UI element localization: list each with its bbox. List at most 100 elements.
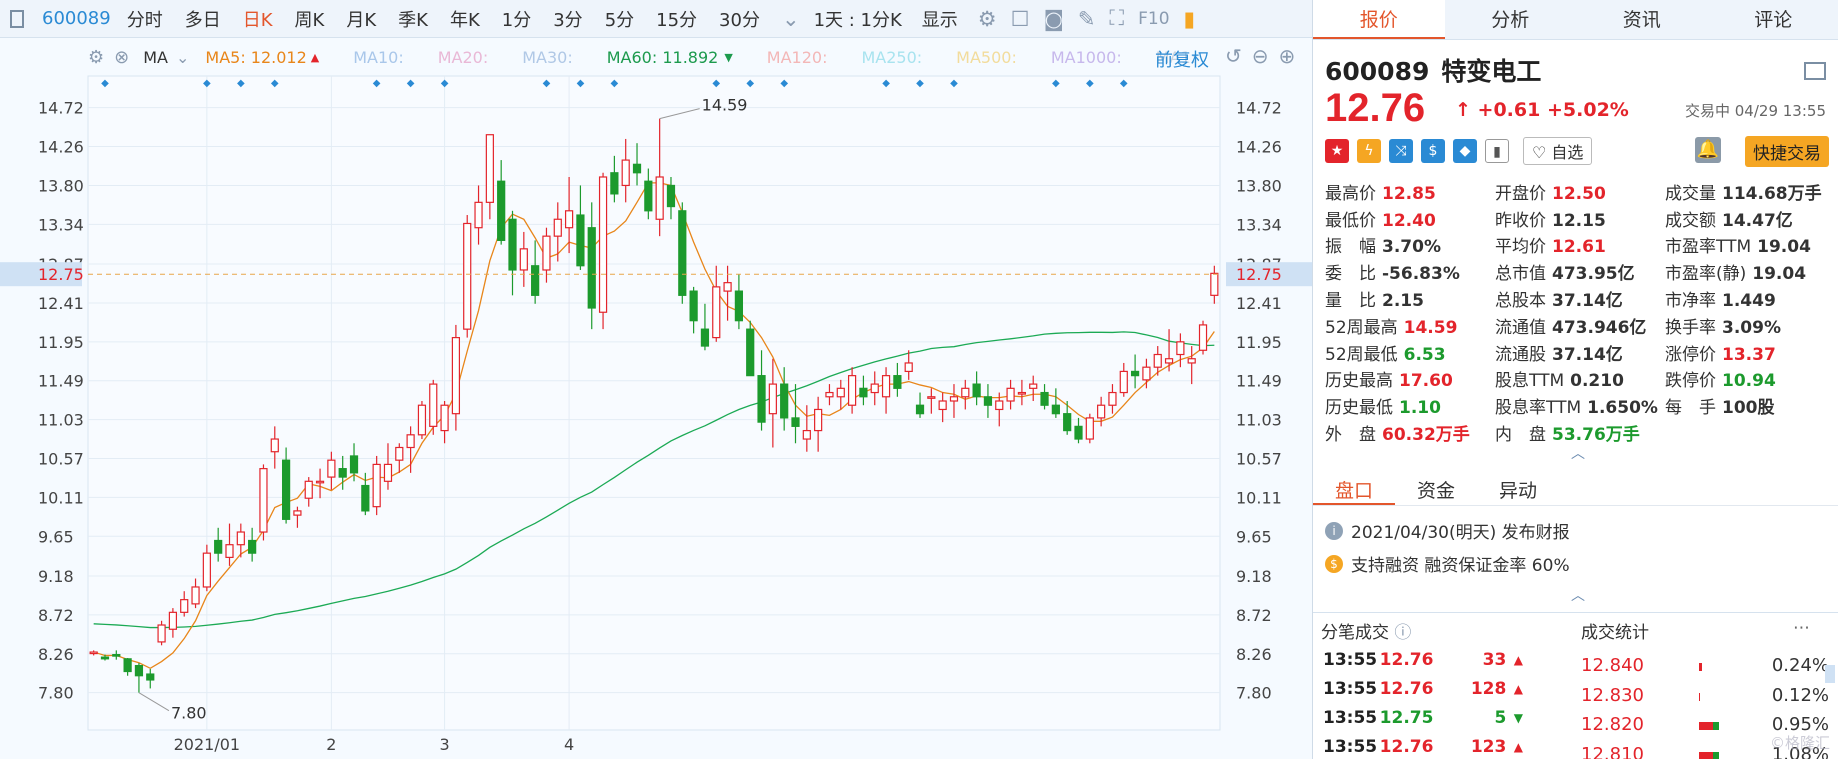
add-watchlist-button[interactable]: ♡ 自选 <box>1523 137 1593 165</box>
change-value: +0.61 <box>1477 99 1541 121</box>
quote-tab[interactable]: 分析 <box>1445 0 1577 39</box>
event-marker-icon[interactable]: ◆ <box>203 78 211 89</box>
volstat-bar-green <box>1713 751 1719 759</box>
event-marker-icon[interactable]: ◆ <box>407 78 415 89</box>
stat-cell: 市盈率(静) 19.04 <box>1665 259 1835 284</box>
event-marker-icon[interactable]: ◆ <box>780 78 788 89</box>
bell-icon[interactable]: 🔔 <box>1695 137 1721 163</box>
kline-chart[interactable]: 14.72 14.72 14.26 14.26 13.80 13.80 13.34 13.34… <box>0 0 1312 759</box>
shuffle-icon[interactable]: ⤨ <box>1389 139 1413 163</box>
candle-body <box>564 210 574 229</box>
event-marker-icon[interactable]: ◆ <box>950 78 958 89</box>
event-marker-icon[interactable]: ◆ <box>373 78 381 89</box>
quick-trade-button[interactable]: 快捷交易 <box>1745 136 1829 167</box>
candle-body <box>904 362 913 373</box>
event-marker-icon[interactable]: ◆ <box>712 78 720 89</box>
collapse-caret-icon[interactable]: ︿ <box>1571 585 1585 605</box>
stat-cell: 成交量 114.68万手 <box>1665 179 1835 204</box>
candle-body <box>1130 370 1140 377</box>
up-arrow-icon: ↑ <box>1455 99 1471 121</box>
event-marker-icon[interactable]: ◆ <box>1052 78 1060 89</box>
last-price-label-right: 12.75 <box>1236 265 1282 284</box>
candle-body <box>587 227 596 309</box>
event-marker-icon[interactable]: ◆ <box>611 78 619 89</box>
candle-body <box>451 337 461 415</box>
event-marker-icon[interactable]: ◆ <box>916 78 924 89</box>
stat-value: -56.83% <box>1382 264 1460 285</box>
dollar-icon[interactable]: $ <box>1421 139 1445 163</box>
candle-body <box>214 539 223 554</box>
stock-code: 600089 <box>1325 57 1430 86</box>
trade-row: 13:55 12.76 123 ▲ <box>1323 732 1523 759</box>
candle-body <box>293 510 302 516</box>
lightning-icon[interactable]: ϟ <box>1357 139 1381 163</box>
event-marker-icon[interactable]: ◆ <box>543 78 551 89</box>
candle-body <box>859 387 868 398</box>
stat-label: 昨收价 <box>1495 210 1546 231</box>
x-tick-label: 3 <box>439 735 449 754</box>
y-tick-label-left: 11.03 <box>38 411 84 430</box>
stat-cell: 委 比 -56.83% <box>1325 259 1495 284</box>
stat-value: 1.10 <box>1399 398 1441 419</box>
quote-tab[interactable]: 评论 <box>1708 0 1838 39</box>
event-marker-icon[interactable]: ◆ <box>271 78 279 89</box>
event-marker-icon[interactable]: ◆ <box>1120 78 1128 89</box>
event-marker-icon[interactable]: ◆ <box>237 78 245 89</box>
candle-body <box>1142 366 1151 381</box>
stat-label: 市盈率TTM <box>1665 237 1752 258</box>
candle-body <box>1097 404 1106 419</box>
y-tick-label-right: 9.65 <box>1236 527 1272 546</box>
candle-body <box>508 218 517 271</box>
help-icon[interactable]: ⓘ <box>1394 623 1411 643</box>
detail-tab[interactable]: 异动 <box>1477 468 1559 505</box>
trade-row: 13:55 12.76 128 ▲ <box>1323 674 1523 703</box>
event-marker-icon[interactable]: ◆ <box>1086 78 1094 89</box>
trade-price: 12.76 <box>1379 736 1434 757</box>
y-tick-label-left: 14.72 <box>38 99 84 118</box>
quote-tab[interactable]: 资讯 <box>1576 0 1708 39</box>
stat-value: 12.50 <box>1552 183 1606 204</box>
quote-tab[interactable]: 报价 <box>1313 0 1445 39</box>
candle-body <box>915 404 925 415</box>
trade-volume: 5 <box>1494 707 1507 728</box>
stat-label: 成交额 <box>1665 210 1716 231</box>
candle-body <box>995 400 1004 411</box>
candle-body <box>1029 383 1038 389</box>
more-icon[interactable]: ⋯ <box>1793 618 1810 638</box>
candle-body <box>678 210 687 296</box>
x-tick-label: 2 <box>326 735 336 754</box>
feature-icons: ★ ϟ ⤨ $ ◆ ▮ ♡ 自选 <box>1325 137 1593 165</box>
y-tick-label-left: 13.80 <box>38 176 84 195</box>
candle-body <box>689 290 698 322</box>
detail-tab[interactable]: 资金 <box>1395 468 1477 505</box>
stat-value: 12.40 <box>1382 210 1436 231</box>
stat-label: 每 手 <box>1665 398 1716 419</box>
event-marker-icon[interactable]: ◆ <box>101 78 109 89</box>
stats-row: 量 比 2.15 总股本 37.14亿 市净率 1.449 <box>1325 285 1835 312</box>
y-tick-label-left: 8.26 <box>38 645 74 664</box>
stat-value: 12.85 <box>1382 183 1436 204</box>
panel-layout-icon[interactable] <box>1804 62 1826 80</box>
candle-body <box>949 396 959 402</box>
event-marker-icon[interactable]: ◆ <box>577 78 585 89</box>
y-tick-label-right: 11.95 <box>1236 333 1282 352</box>
up-triangle-icon: ▲ <box>1513 681 1524 696</box>
tag-icon[interactable]: ◆ <box>1453 139 1477 163</box>
collapse-caret-icon[interactable]: ︿ <box>1571 443 1585 463</box>
china-flag-icon[interactable]: ★ <box>1325 139 1349 163</box>
candle-body <box>802 429 811 440</box>
y-tick-label-right: 11.49 <box>1236 372 1282 391</box>
scrollbar[interactable] <box>1825 665 1835 683</box>
bookmark-icon[interactable]: ▮ <box>1485 139 1509 163</box>
event-marker-icon[interactable]: ◆ <box>746 78 754 89</box>
stat-cell: 总市值 473.95亿 <box>1495 259 1665 284</box>
stat-value: 1.449 <box>1722 291 1776 312</box>
event-marker-icon[interactable]: ◆ <box>882 78 890 89</box>
stat-cell: 内 盘 53.76万手 <box>1495 420 1665 445</box>
stat-cell: 平均价 12.61 <box>1495 232 1665 257</box>
stat-cell: 股息率TTM 1.650% <box>1495 393 1665 418</box>
volstat-bar <box>1699 714 1759 735</box>
detail-tab[interactable]: 盘口 <box>1313 468 1396 505</box>
y-tick-label-left: 9.65 <box>38 527 74 546</box>
event-marker-icon[interactable]: ◆ <box>441 78 449 89</box>
